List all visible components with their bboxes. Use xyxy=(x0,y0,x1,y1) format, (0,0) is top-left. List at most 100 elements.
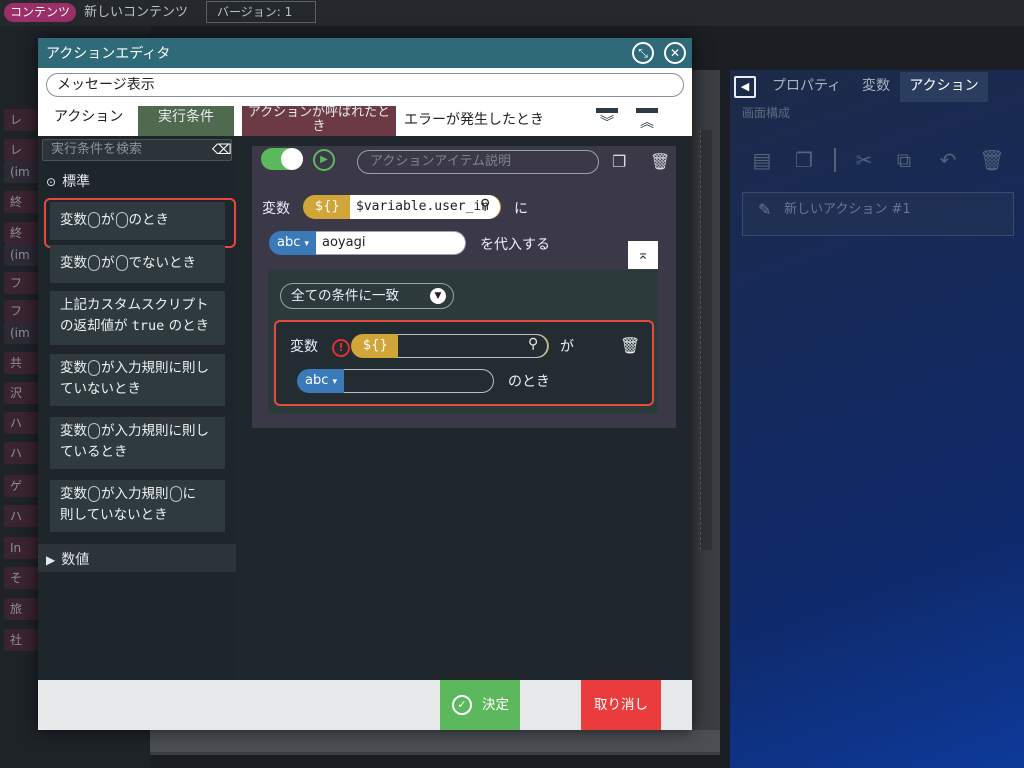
variable-input[interactable]: $variable.user_in xyxy=(350,195,500,219)
condition-text: が xyxy=(101,255,115,271)
resize-icon[interactable]: ⤡ xyxy=(632,42,654,64)
expand-all-button[interactable]: ︽ xyxy=(636,108,658,134)
chevron-down-icon[interactable]: ▼ xyxy=(430,288,446,304)
tab-condition[interactable]: 実行条件 xyxy=(138,106,234,136)
dialog-title: アクションエディタ xyxy=(46,46,171,62)
category-standard-label: 標準 xyxy=(62,174,91,190)
tab-properties[interactable]: プロパティ xyxy=(772,72,841,102)
condition-item[interactable]: 変数 が入力規則に則し ていないとき xyxy=(50,354,225,406)
toggle-knob[interactable] xyxy=(281,148,303,170)
version-select[interactable]: バージョン: 1 xyxy=(206,1,316,23)
trash-icon[interactable]: 🗑 xyxy=(620,336,640,355)
condition-text: の返却値が xyxy=(60,318,128,334)
background-sidebar-item: ハ xyxy=(4,505,38,527)
blank-slot xyxy=(88,255,100,271)
background-sidebar-item: レ xyxy=(4,109,38,131)
collapse-condition-icon[interactable]: ⌅ xyxy=(628,241,658,269)
highlight-frame xyxy=(44,198,236,248)
value-input[interactable]: aoyagi xyxy=(316,231,466,255)
background-sidebar-item: In xyxy=(4,537,38,559)
condition-value-type-select[interactable]: abc ▾ xyxy=(297,369,345,393)
tab-actions[interactable]: アクション xyxy=(900,72,988,102)
variable-label: 変数 xyxy=(262,201,290,217)
condition-text: でないとき xyxy=(128,255,197,271)
panel-toggle-icon[interactable]: ◀ xyxy=(734,76,756,98)
pencil-icon: ✎ xyxy=(758,200,772,219)
condition-item[interactable]: 変数 が入力規則に則し ているとき xyxy=(50,417,225,469)
eraser-icon[interactable]: ⌫ xyxy=(212,142,232,158)
condition-value-input[interactable] xyxy=(344,369,494,393)
search-icon[interactable]: ⚲ xyxy=(528,336,538,352)
ok-label: 決定 xyxy=(482,697,509,713)
condition-text: 変数 xyxy=(60,360,87,376)
condition-text: ていないとき xyxy=(60,381,141,397)
ok-button[interactable]: ✓ 決定 xyxy=(440,680,520,730)
category-number[interactable]: ▶ 数値 xyxy=(46,549,89,569)
caret-down-icon: ▾ xyxy=(304,239,310,249)
undo-action-icon[interactable]: ↶ xyxy=(934,146,962,174)
tab-error[interactable]: エラーが発生したとき xyxy=(404,106,544,134)
content-title: 新しいコンテンツ xyxy=(84,5,189,20)
action-name-input[interactable]: メッセージ表示 xyxy=(46,73,684,97)
blank-slot xyxy=(88,486,100,502)
value-type-label: abc xyxy=(305,373,329,388)
condition-text: 則していないとき xyxy=(60,507,168,523)
condition-text: が入力規則に則し xyxy=(101,423,209,439)
close-icon[interactable]: ✕ xyxy=(664,42,686,64)
content-badge[interactable]: コンテンツ xyxy=(4,3,77,22)
background-sidebar-item: (im xyxy=(4,161,38,183)
assign-label: を代入する xyxy=(480,237,550,253)
blank-slot xyxy=(115,255,128,271)
tab-called[interactable]: アクションが呼ばれたとき xyxy=(242,106,396,136)
condition-item[interactable]: 変数がでないとき xyxy=(50,245,225,283)
category-standard[interactable]: ⊙ 標準 xyxy=(46,171,90,191)
trash-icon[interactable]: 🗑 xyxy=(650,152,670,174)
collapse-bar xyxy=(596,108,618,113)
blank-slot xyxy=(88,360,100,376)
condition-text: 上記カスタムスクリプト xyxy=(60,297,209,313)
background-sidebar-item: 旅 xyxy=(4,598,38,620)
paste-action-icon[interactable]: ⧉ xyxy=(890,146,918,174)
screen-config-label: 画面構成 xyxy=(742,106,791,120)
particle-ni: に xyxy=(514,201,528,217)
collapse-all-button[interactable]: ︾ xyxy=(596,108,618,134)
copy-icon[interactable]: ❐ xyxy=(612,152,634,174)
copy-action-icon[interactable]: ❐ xyxy=(790,146,818,174)
trash-icon[interactable]: 🗑 xyxy=(978,146,1006,174)
expand-bar xyxy=(636,108,658,113)
chevron-down-icon: ︾ xyxy=(600,115,614,131)
cancel-button[interactable]: 取り消し xyxy=(581,680,661,730)
tab-variables[interactable]: 変数 xyxy=(862,72,890,102)
chevron-down-icon: ⊙ xyxy=(46,175,57,189)
condition-search-input[interactable]: 実行条件を検索 xyxy=(42,139,232,161)
background-sidebar-item: そ xyxy=(4,567,38,589)
play-icon[interactable]: ▶ xyxy=(313,149,335,171)
app-root: コンテンツ 新しいコンテンツ バージョン: 1 レレ (im 終終 (im フフ (im 共… xyxy=(0,0,1024,768)
condition-variable-label: 変数 xyxy=(290,339,318,355)
item-description-input[interactable]: アクションアイテム説明 xyxy=(357,150,599,174)
condition-code: true xyxy=(131,318,165,334)
chevron-up-icon: ︽ xyxy=(640,115,654,131)
background-sidebar-item: ハ xyxy=(4,442,38,464)
condition-text: 変数 xyxy=(60,255,87,271)
condition-text: 変数 xyxy=(60,423,87,439)
cut-action-icon[interactable]: ✂ xyxy=(850,146,878,174)
error-icon: ! xyxy=(332,339,350,357)
condition-item[interactable]: 変数 が入力規則に 則していないとき xyxy=(50,480,225,532)
add-action-icon[interactable]: ▤ xyxy=(748,146,776,174)
blank-slot xyxy=(88,423,100,439)
tab-action[interactable]: アクション xyxy=(46,106,136,136)
blank-slot xyxy=(169,486,182,502)
background-scrollbar xyxy=(150,730,720,752)
background-sidebar-item: 社 xyxy=(4,629,38,651)
value-type-select[interactable]: abc ▾ xyxy=(269,231,317,255)
search-icon[interactable]: ⚲ xyxy=(480,197,490,213)
background-sidebar-item: 終 xyxy=(4,191,38,213)
condition-variable-input[interactable] xyxy=(398,334,548,358)
new-action-label: 新しいアクション #1 xyxy=(784,202,911,217)
condition-text: に xyxy=(182,486,197,502)
condition-item[interactable]: 上記カスタムスクリプト の返却値が true のとき xyxy=(50,291,225,345)
match-mode-select[interactable]: 全ての条件に一致 xyxy=(280,283,454,309)
toolbar-divider xyxy=(834,148,836,172)
condition-text: が入力規則 xyxy=(101,486,169,502)
